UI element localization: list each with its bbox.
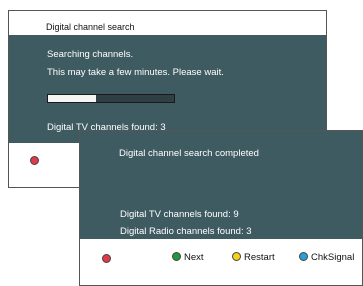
complete-body: Digital channel search completed Digital… [80, 131, 362, 239]
restart-label: Restart [244, 252, 275, 263]
yellow-button-icon [232, 251, 241, 261]
red-button-icon[interactable] [102, 254, 111, 263]
wait-text: This may take a few minutes. Please wait… [47, 67, 224, 78]
green-button-icon [172, 251, 181, 261]
complete-title: Digital channel search completed [119, 148, 259, 159]
search-title: Digital channel search [46, 22, 135, 32]
red-button-icon [30, 156, 39, 165]
search-progress-fill [48, 95, 96, 102]
tv-channels-count: Digital TV channels found: 9 [120, 209, 239, 220]
searching-text: Searching channels. [47, 49, 134, 60]
search-complete-dialog: Digital channel search completed Digital… [79, 130, 363, 286]
restart-button[interactable]: Restart [232, 251, 275, 263]
blue-button-icon [299, 251, 308, 261]
search-body: Searching channels. This may take a few … [9, 35, 326, 143]
chksignal-label: ChkSignal [311, 252, 355, 263]
radio-channels-count: Digital Radio channels found: 3 [120, 226, 252, 237]
next-button[interactable]: Next [172, 251, 204, 263]
chksignal-button[interactable]: ChkSignal [299, 251, 355, 263]
search-progress-bar [47, 94, 175, 103]
next-label: Next [184, 252, 204, 263]
